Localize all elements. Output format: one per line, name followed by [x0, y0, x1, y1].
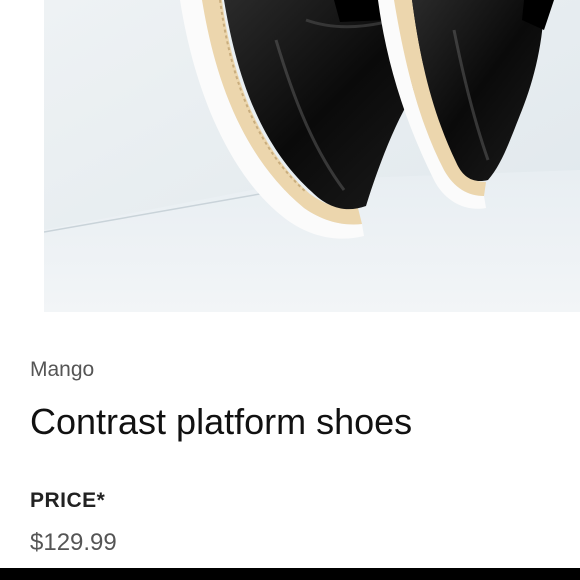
- shoe-photo-icon: [44, 0, 580, 312]
- price-label: PRICE*: [30, 489, 106, 512]
- product-listing-page: Mango Contrast platform shoes PRICE* $12…: [0, 0, 580, 580]
- product-title: Contrast platform shoes: [30, 401, 413, 442]
- product-image[interactable]: [44, 0, 580, 312]
- brand-name[interactable]: Mango: [30, 356, 94, 384]
- bottom-bar: [0, 568, 580, 580]
- price-value: $129.99: [30, 529, 117, 556]
